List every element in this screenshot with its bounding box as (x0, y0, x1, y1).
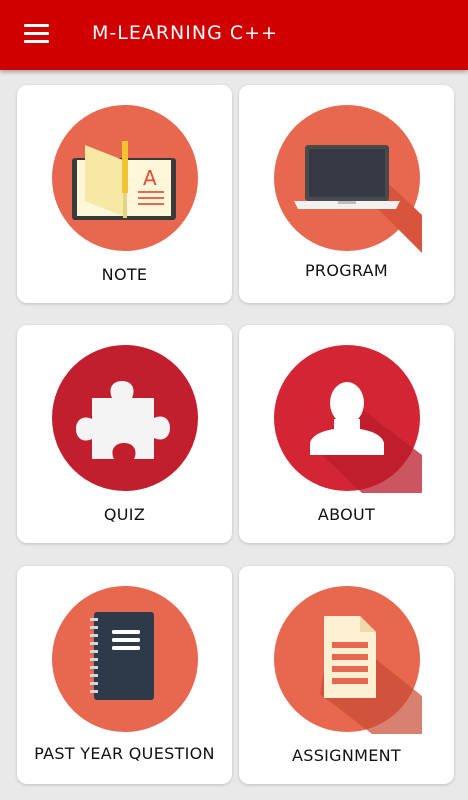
quiz-label: QUIZ (103, 505, 146, 524)
program-label: PROGRAM (304, 261, 389, 280)
hamburger-menu-icon[interactable] (24, 24, 49, 44)
laptop-icon (274, 105, 422, 253)
about-label: ABOUT (317, 505, 376, 524)
app-bar: M-LEARNING C++ (0, 0, 468, 70)
note-card[interactable]: A NOTE (17, 85, 232, 303)
assignment-label: ASSIGNMENT (292, 746, 401, 765)
past-year-question-card[interactable]: PAST YEAR QUESTION (17, 566, 232, 784)
open-book-icon: A (52, 105, 198, 251)
assignment-card[interactable]: ASSIGNMENT (239, 566, 454, 784)
notebook-icon (52, 586, 198, 732)
puzzle-piece-icon (52, 345, 198, 491)
about-card[interactable]: ABOUT (239, 325, 454, 543)
app-title: M-LEARNING C++ (92, 22, 278, 44)
document-icon (274, 586, 422, 734)
user-icon (274, 345, 422, 493)
note-icon-letter: A (143, 166, 157, 190)
past-year-question-label: PAST YEAR QUESTION (34, 744, 215, 763)
program-card[interactable]: PROGRAM (239, 85, 454, 303)
quiz-card[interactable]: QUIZ (17, 325, 232, 543)
note-label: NOTE (101, 265, 148, 284)
